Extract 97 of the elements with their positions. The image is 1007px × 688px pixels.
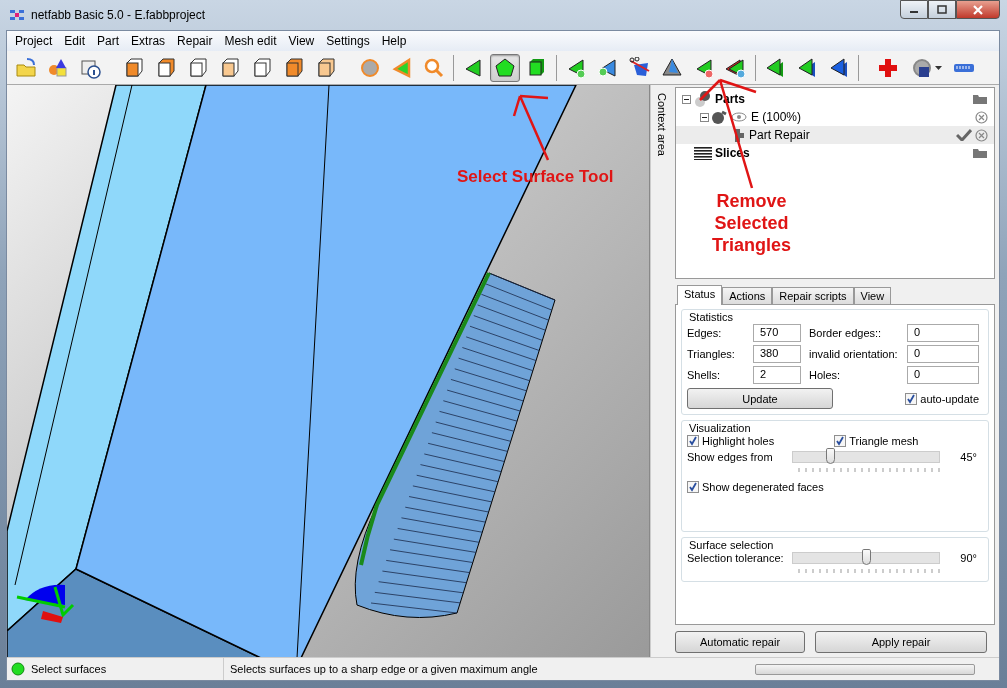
checkbox[interactable]	[687, 481, 699, 493]
cube-icon	[251, 56, 273, 79]
field-label: Holes:	[809, 369, 842, 381]
close-button[interactable]	[956, 0, 1000, 19]
checkbox-label: auto-update	[920, 392, 979, 405]
tree-label: Part Repair	[749, 128, 810, 142]
status-dot-icon	[11, 662, 25, 676]
magnifier-icon	[423, 56, 445, 79]
cube-icon	[315, 56, 337, 79]
cube-icon	[123, 56, 145, 79]
input-field[interactable]: 2	[753, 366, 801, 384]
stacked-triangles-icon	[828, 56, 850, 79]
tree-item[interactable]: E (100%)	[676, 108, 994, 126]
collapse-icon[interactable]	[700, 112, 709, 122]
tab[interactable]: Status	[677, 285, 723, 305]
caret-icon[interactable]	[934, 65, 942, 70]
collapse-icon[interactable]	[682, 94, 691, 104]
input-field[interactable]: 0	[907, 366, 979, 384]
folder-icon[interactable]	[972, 93, 988, 105]
slices-icon	[694, 146, 712, 160]
checkbox[interactable]	[905, 392, 918, 405]
pyramid-icon	[661, 56, 683, 79]
field-label: Border edges::	[809, 327, 883, 339]
slider-thumb[interactable]	[862, 549, 871, 565]
tree-item[interactable]: Part Repair	[676, 126, 994, 144]
slider[interactable]	[792, 451, 940, 463]
context-area-tab[interactable]: Context area	[656, 93, 668, 156]
field-label: invalid orientation:	[809, 348, 899, 360]
window-title: netfabb Basic 5.0 - E.fabbproject	[31, 8, 206, 22]
cube-icon	[219, 56, 241, 79]
tab[interactable]: Actions	[722, 287, 773, 304]
menu-item[interactable]: Settings	[320, 32, 376, 50]
triangle-plus-icon	[597, 56, 619, 79]
menu-item[interactable]: Help	[375, 32, 413, 50]
part-icons	[712, 110, 748, 124]
checkbox[interactable]	[687, 435, 699, 447]
field-label: Edges:	[687, 327, 723, 339]
annotation-text: Remove Selected Triangles	[712, 190, 792, 256]
group-title: Visualization	[687, 422, 753, 434]
menu-item[interactable]: Project	[9, 32, 59, 50]
scissors-icon	[629, 56, 651, 79]
group-title: Statistics	[687, 311, 735, 323]
menu-item[interactable]: Part	[91, 32, 126, 50]
cube-icon	[155, 56, 177, 79]
tab[interactable]: View	[853, 287, 892, 304]
checkbox-label: Highlight holes	[702, 435, 775, 447]
slider-thumb[interactable]	[825, 448, 835, 464]
menu-item[interactable]: Mesh edit	[218, 32, 283, 50]
sphere-icon	[910, 56, 933, 79]
slider-label: Selection tolerance:	[687, 552, 785, 564]
slider-label: Show edges from	[687, 451, 774, 463]
status-mode: Select surfaces	[31, 663, 107, 675]
apply-repair-button[interactable]: Apply repair	[815, 631, 987, 653]
close-icon	[972, 4, 984, 15]
checkmark-icon[interactable]	[956, 128, 972, 141]
maximize-button[interactable]	[928, 0, 956, 19]
checkbox-label: Triangle mesh	[849, 435, 919, 447]
input-field[interactable]: 0	[907, 345, 979, 363]
menu-item[interactable]: Repair	[171, 32, 219, 50]
menu-item[interactable]: View	[282, 32, 321, 50]
automatic-repair-button[interactable]: Automatic repair	[675, 631, 805, 653]
cube-icon	[187, 56, 209, 79]
tab[interactable]: Repair scripts	[772, 287, 854, 304]
sphere-icon	[359, 56, 381, 79]
menu-item[interactable]: Edit	[58, 32, 92, 50]
spheres-icon	[694, 91, 712, 107]
field-label: Shells:	[687, 369, 722, 381]
plus-cross-icon	[877, 56, 899, 79]
folder-icon[interactable]	[972, 147, 988, 159]
group-title: Surface selection	[687, 539, 776, 551]
input-field[interactable]: 570	[753, 324, 801, 342]
minimize-button[interactable]	[900, 0, 928, 19]
checkbox[interactable]	[834, 435, 847, 447]
slider[interactable]	[792, 552, 940, 564]
open-folder-icon	[15, 56, 37, 79]
close-icon[interactable]	[975, 128, 988, 142]
input-field[interactable]: 0	[907, 324, 979, 342]
pentagon-icon	[494, 56, 516, 79]
slider-value: 45°	[960, 451, 978, 463]
input-field[interactable]: 380	[753, 345, 801, 363]
triangle-icon	[391, 56, 413, 79]
update-button[interactable]: Update	[687, 388, 833, 409]
triangle-rotate-icon	[725, 56, 747, 79]
maximize-icon	[937, 5, 947, 14]
app-logo-icon	[9, 8, 25, 22]
checkbox-label: Show degenerated faces	[702, 481, 824, 493]
stacked-triangles-icon	[764, 56, 786, 79]
cube-icon	[283, 56, 305, 79]
field-label: Triangles:	[687, 348, 736, 360]
tree-label: E (100%)	[751, 110, 802, 124]
menu-item[interactable]: Extras	[125, 32, 172, 50]
status-message: Selects surfaces up to a sharp edge or a given maximum angle	[229, 663, 539, 675]
close-icon[interactable]	[975, 110, 988, 124]
toolbar-button[interactable]	[490, 53, 520, 82]
annotation-arrow	[512, 94, 550, 162]
stacked-triangles-icon	[796, 56, 818, 79]
slider-value: 90°	[960, 552, 978, 564]
